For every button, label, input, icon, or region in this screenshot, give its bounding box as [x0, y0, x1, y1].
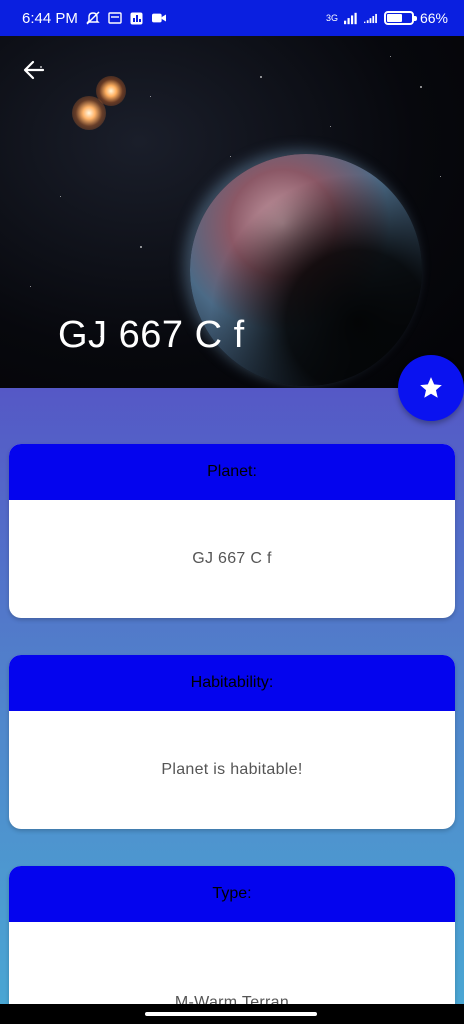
home-indicator[interactable]: [145, 1012, 317, 1016]
page-title: GJ 667 C f: [58, 314, 245, 356]
video-icon: [151, 11, 166, 25]
favorite-button[interactable]: [398, 355, 464, 421]
mute-icon: [86, 11, 100, 25]
status-bar: 6:44 PM 3G 66%: [0, 0, 464, 36]
star-icon: [420, 377, 442, 398]
card-header: Type:: [9, 866, 455, 922]
card-header: Planet:: [9, 444, 455, 500]
signal-icon: [343, 11, 358, 25]
stats-icon: [130, 11, 144, 25]
card-icon: [108, 11, 122, 25]
type-card: Type: M-Warm Terran: [9, 866, 455, 1024]
status-time: 6:44 PM: [22, 9, 78, 27]
signal-icon-2: [363, 11, 378, 25]
back-button[interactable]: [18, 54, 50, 86]
navigation-bar: [0, 1004, 464, 1024]
hero-header: GJ 667 C f: [0, 36, 464, 388]
battery-icon: [383, 11, 417, 25]
arrow-left-icon: [23, 60, 45, 80]
battery-percent: 66%: [419, 10, 448, 26]
star-glow-2: [72, 96, 106, 130]
battery-fill: [386, 14, 403, 22]
planet-card: Planet: GJ 667 C f: [9, 444, 455, 618]
card-value: GJ 667 C f: [192, 550, 272, 567]
network-type: 3G: [325, 13, 338, 23]
card-header: Habitability:: [9, 655, 455, 711]
habitability-card: Habitability: Planet is habitable!: [9, 655, 455, 829]
card-value: Planet is habitable!: [161, 761, 303, 778]
